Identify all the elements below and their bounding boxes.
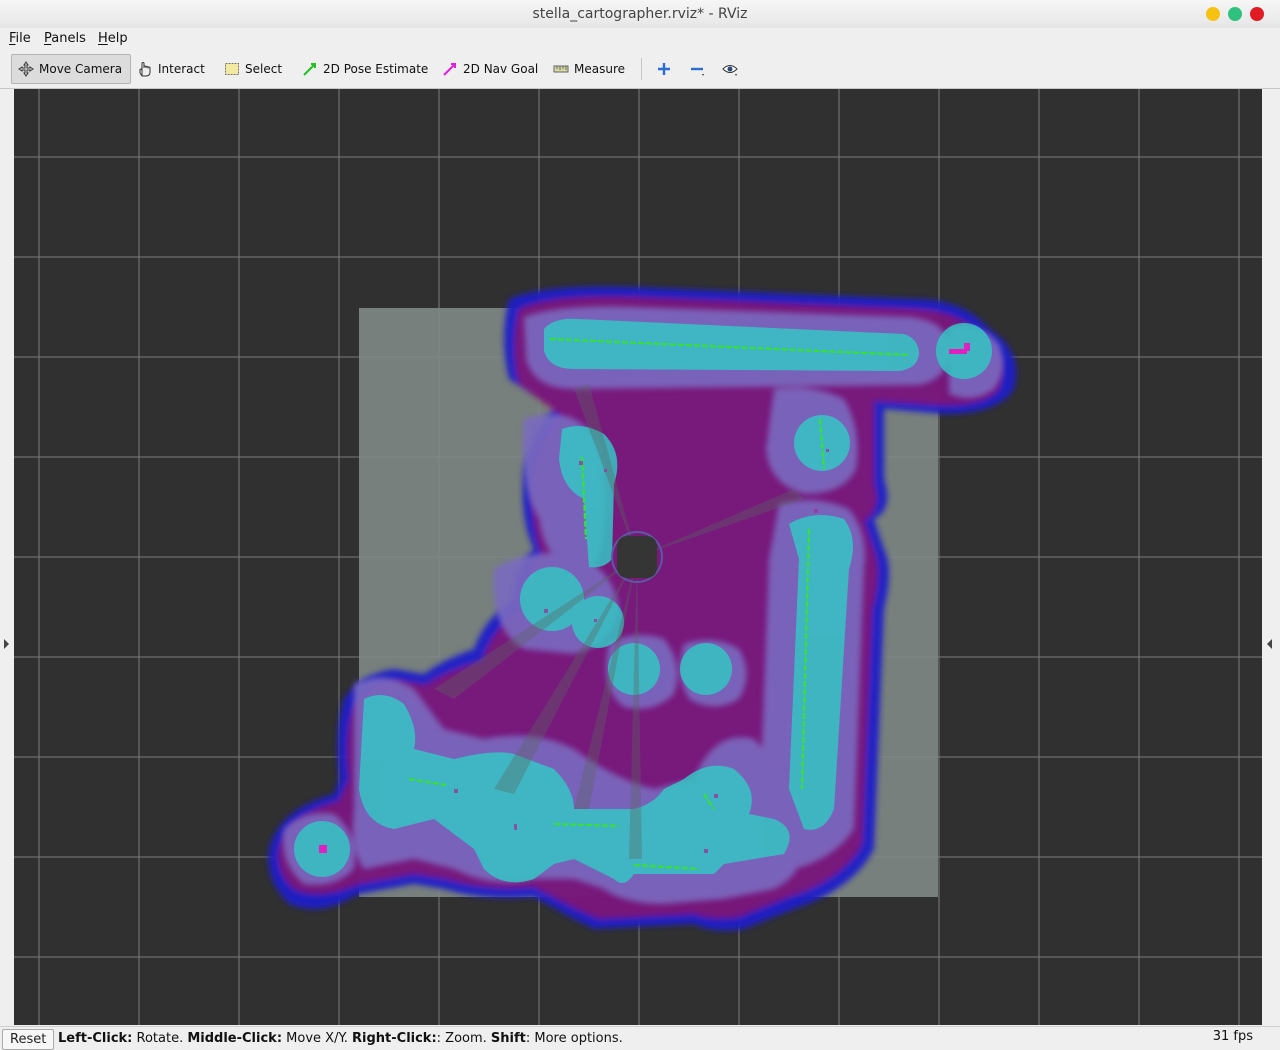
right-dock-collapsed[interactable] [1262, 89, 1280, 1025]
add-tool-button[interactable] [650, 54, 674, 84]
status-bar: Reset Left-Click: Rotate. Middle-Click: … [0, 1026, 1280, 1050]
select-label: Select [245, 62, 283, 76]
minimize-button[interactable] [1206, 7, 1220, 21]
hint-left-val: Rotate. [132, 1031, 188, 1046]
menu-help[interactable]: Help [98, 31, 128, 46]
window-title: stella_cartographer.rviz* - RViz [532, 6, 748, 22]
interact-label: Interact [158, 62, 205, 76]
interact-tool[interactable]: Interact [131, 54, 211, 84]
select-tool[interactable]: Select [218, 54, 288, 84]
hand-icon [137, 61, 153, 77]
hint-left-key: Left-Click: [58, 1031, 133, 1046]
menu-file[interactable]: File [9, 31, 31, 46]
3d-scene[interactable] [14, 89, 1262, 1025]
hint-right-key: Right-Click: [352, 1031, 437, 1046]
mouse-hint: Left-Click: Rotate. Middle-Click: Move X… [58, 1031, 623, 1046]
menubar: File Panels Help [0, 28, 1280, 50]
eye-icon [722, 61, 738, 77]
measure-tool[interactable]: Measure [547, 54, 631, 84]
move-camera-label: Move Camera [39, 62, 123, 76]
hint-shift-val: : More options. [525, 1031, 623, 1046]
hint-middle-key: Middle-Click: [187, 1031, 283, 1046]
expand-left-arrow-icon[interactable] [4, 639, 9, 649]
minus-icon [689, 61, 705, 77]
view-options-button[interactable] [716, 54, 746, 84]
magenta-arrow-icon [442, 61, 458, 77]
fps-counter: 31 fps [1212, 1029, 1253, 1044]
pose-estimate-label: 2D Pose Estimate [323, 62, 429, 76]
select-rect-icon [224, 61, 240, 77]
render-viewport[interactable] [14, 89, 1262, 1025]
toolbar-separator [641, 58, 642, 80]
maximize-button[interactable] [1228, 7, 1242, 21]
pose-estimate-tool[interactable]: 2D Pose Estimate [296, 54, 434, 84]
hint-shift-key: Shift [490, 1031, 526, 1046]
move-camera-tool[interactable]: Move Camera [11, 54, 131, 84]
expand-right-arrow-icon[interactable] [1267, 639, 1272, 649]
remove-tool-button[interactable] [683, 54, 713, 84]
move-camera-icon [18, 61, 34, 77]
hint-middle-val: Move X/Y. [282, 1031, 353, 1046]
ruler-icon [553, 61, 569, 77]
hint-right-val: : Zoom. [436, 1031, 491, 1046]
tool-toolbar: Move Camera Interact Select 2D Pose Esti… [0, 50, 1280, 89]
nav-goal-label: 2D Nav Goal [463, 62, 539, 76]
close-button[interactable] [1250, 7, 1264, 21]
robot-model [611, 531, 663, 583]
nav-goal-tool[interactable]: 2D Nav Goal [436, 54, 544, 84]
left-dock-collapsed[interactable] [0, 89, 14, 1025]
measure-label: Measure [574, 62, 625, 76]
green-arrow-icon [302, 61, 318, 77]
reset-button[interactable]: Reset [2, 1029, 55, 1050]
window-titlebar: stella_cartographer.rviz* - RViz [0, 0, 1280, 29]
plus-icon [656, 61, 672, 77]
menu-panels[interactable]: Panels [44, 31, 86, 46]
